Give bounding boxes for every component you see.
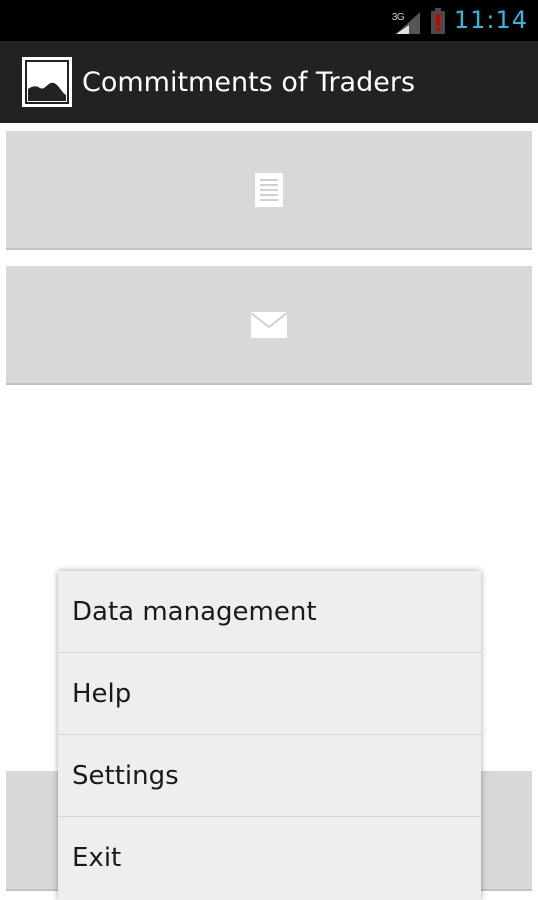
signal-icon (395, 11, 420, 34)
overflow-menu: Data management Help Settings Exit (58, 571, 481, 900)
menu-item-settings[interactable]: Settings (58, 735, 481, 817)
image-placeholder-icon[interactable] (22, 57, 72, 107)
menu-item-data-management[interactable]: Data management (58, 571, 481, 653)
signal-indicator: 3G (392, 6, 422, 36)
menu-item-help[interactable]: Help (58, 653, 481, 735)
envelope-icon (250, 311, 288, 338)
app-title: Commitments of Traders (82, 67, 416, 98)
status-bar: 3G 11:14 (0, 0, 538, 41)
menu-item-exit[interactable]: Exit (58, 817, 481, 899)
tile-documents[interactable] (6, 131, 532, 250)
action-bar: Commitments of Traders (0, 41, 538, 123)
tile-messages[interactable] (6, 266, 532, 385)
document-icon (255, 172, 283, 207)
battery-alert-icon (430, 7, 445, 34)
clock: 11:14 (453, 6, 528, 34)
status-icons: 3G 11:14 (392, 0, 528, 41)
